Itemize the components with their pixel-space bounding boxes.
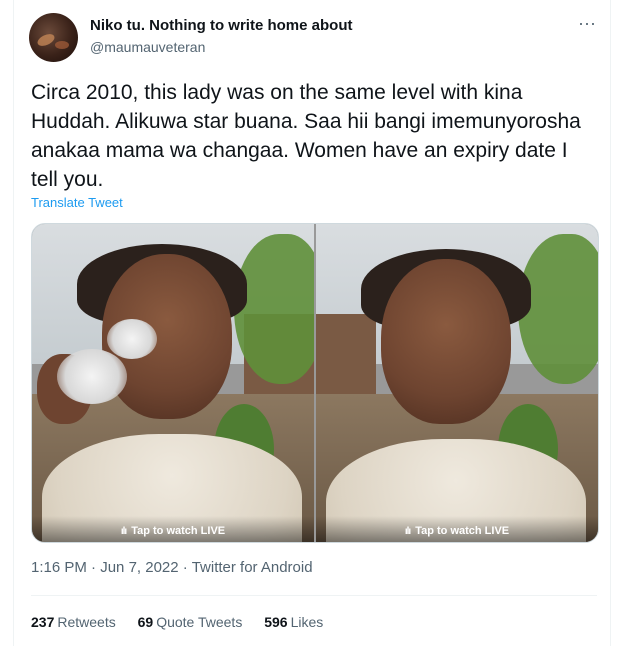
media-image-2[interactable]: ılı Tap to watch LIVE — [316, 224, 598, 542]
quote-tweets-stat[interactable]: 69 Quote Tweets — [138, 614, 243, 630]
retweets-count: 237 — [31, 614, 55, 630]
quote-tweets-count: 69 — [137, 614, 154, 630]
tweet-date[interactable]: Jun 7, 2022 — [100, 559, 178, 576]
live-bars-icon: ılı — [120, 526, 127, 537]
live-label: Tap to watch LIVE — [131, 525, 226, 537]
meta-separator: · — [86, 559, 101, 576]
tweet-meta: 1:16 PM · Jun 7, 2022 · Twitter for Andr… — [31, 559, 313, 576]
live-bars-icon: ılı — [404, 526, 411, 537]
quote-tweets-label: Quote Tweets — [156, 614, 243, 630]
meta-separator: · — [178, 559, 192, 576]
tweet-source[interactable]: Twitter for Android — [192, 559, 313, 576]
likes-stat[interactable]: 596 Likes — [264, 614, 323, 630]
tweet-time[interactable]: 1:16 PM — [31, 559, 87, 576]
avatar[interactable] — [29, 13, 78, 62]
likes-count: 596 — [264, 614, 288, 630]
author-display-name[interactable]: Niko tu. Nothing to write home about — [90, 17, 352, 34]
author-handle[interactable]: @maumauveteran — [90, 39, 205, 55]
media-image-1[interactable]: ılı Tap to watch LIVE — [32, 224, 314, 542]
likes-label: Likes — [290, 614, 324, 630]
tap-to-watch-live-button[interactable]: ılı Tap to watch LIVE — [32, 516, 314, 542]
more-horizontal-icon: ··· — [578, 13, 596, 33]
tweet-media[interactable]: ılı Tap to watch LIVE ılı Tap to watch LIV… — [31, 223, 599, 543]
timeline-border-left — [13, 0, 14, 646]
retweets-stat[interactable]: 237 Retweets — [31, 614, 116, 630]
tweet-text: Circa 2010, this lady was on the same le… — [31, 81, 581, 191]
retweets-label: Retweets — [57, 614, 116, 630]
tap-to-watch-live-button[interactable]: ılı Tap to watch LIVE — [316, 516, 598, 542]
divider — [31, 595, 597, 596]
tweet-stats: 237 Retweets 69 Quote Tweets 596 Likes — [31, 614, 341, 630]
translate-tweet-link[interactable]: Translate Tweet — [31, 195, 123, 210]
more-options-button[interactable]: ··· — [574, 13, 600, 38]
timeline-border-right — [610, 0, 611, 646]
live-label: Tap to watch LIVE — [415, 525, 510, 537]
